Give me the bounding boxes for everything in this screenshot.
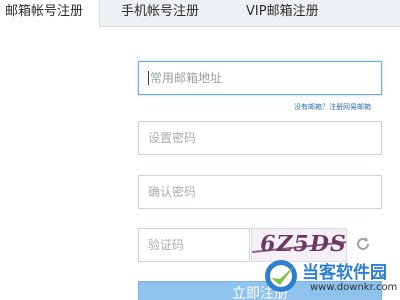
tab-email-register-label: 邮箱帐号注册 [5,4,84,19]
tab-bar: 邮箱帐号注册 手机帐号注册 VIP邮箱注册 [0,0,400,28]
text-caret [148,70,149,85]
register-netease-mail-link[interactable]: 没有邮箱？注册网易邮箱 [294,102,371,112]
confirm-password-input[interactable]: 确认密码 [138,175,382,209]
captcha-input[interactable]: 验证码 [138,228,250,262]
tab-email-register[interactable]: 邮箱帐号注册 [0,0,100,28]
confirm-password-placeholder: 确认密码 [148,185,197,199]
tab-phone-register-label: 手机帐号注册 [121,4,200,19]
refresh-icon[interactable] [355,236,371,252]
tab-vip-register[interactable]: VIP邮箱注册 [246,0,346,27]
watermark-logo-icon [265,260,297,292]
password-input[interactable]: 设置密码 [138,121,382,155]
captcha-image-text: 6Z5DS [257,231,347,257]
email-input[interactable]: 常用邮箱地址 [138,61,382,95]
captcha-placeholder: 验证码 [148,238,185,252]
email-placeholder: 常用邮箱地址 [150,71,223,85]
watermark-url: www.downkr.com [310,282,398,293]
tab-phone-register[interactable]: 手机帐号注册 [121,0,221,27]
watermark: 当客软件园 www.downkr.com [262,255,400,300]
watermark-name: 当客软件园 [302,263,387,283]
password-placeholder: 设置密码 [148,131,197,145]
tab-vip-register-label: VIP邮箱注册 [246,4,319,19]
